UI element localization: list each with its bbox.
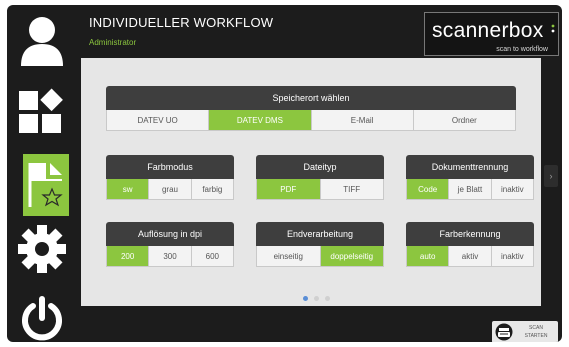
option-ordner[interactable]: Ordner: [413, 110, 515, 130]
user-role-label: Administrator: [89, 38, 137, 47]
option-email[interactable]: E-Mail: [311, 110, 414, 130]
option-farbig[interactable]: farbig: [191, 179, 233, 199]
page-indicator: [303, 296, 330, 301]
endverarbeitung-header: Endverarbeitung: [256, 222, 384, 246]
sidebar-power-button[interactable]: [14, 288, 70, 342]
option-doppelseitig[interactable]: doppelseitig: [320, 246, 383, 266]
farberkennung-header: Farberkennung: [406, 222, 534, 246]
farberkennung-group: Farberkennung auto aktiv inaktiv: [406, 222, 534, 267]
option-code[interactable]: Code: [407, 179, 450, 199]
option-aktiv[interactable]: aktiv: [449, 246, 492, 266]
scan-start-button[interactable]: SCAN STARTEN: [492, 321, 558, 342]
aufloesung-header: Auflösung in dpi: [106, 222, 234, 246]
sidebar-workflow-button[interactable]: [23, 154, 69, 216]
farbmodus-header: Farbmodus: [106, 155, 234, 179]
scan-label-line2: STARTEN: [524, 333, 548, 339]
option-trennung-inaktiv[interactable]: inaktiv: [491, 179, 533, 199]
option-tiff[interactable]: TIFF: [320, 179, 383, 199]
page-dot-2[interactable]: [314, 296, 319, 301]
option-datev-dms[interactable]: DATEV DMS: [209, 110, 312, 130]
workflow-favorite-icon: [28, 163, 63, 207]
logo-dots-icon: [551, 24, 555, 33]
modules-icon: [19, 88, 63, 133]
dokumenttrennung-options: Code je Blatt inaktiv: [406, 179, 534, 200]
scan-label-line1: SCAN: [529, 325, 543, 331]
farbmodus-options: sw grau farbig: [106, 179, 234, 200]
page-dot-1[interactable]: [303, 296, 308, 301]
endverarbeitung-options: einseitig doppelseitig: [256, 246, 384, 267]
option-farberkennung-inaktiv[interactable]: inaktiv: [491, 246, 533, 266]
sidebar-user-button[interactable]: [14, 10, 70, 72]
sidebar-settings-button[interactable]: [14, 218, 70, 280]
endverarbeitung-group: Endverarbeitung einseitig doppelseitig: [256, 222, 384, 267]
option-sw[interactable]: sw: [107, 179, 150, 199]
option-auto[interactable]: auto: [407, 246, 450, 266]
scan-start-label: SCAN STARTEN: [516, 324, 556, 340]
speicherort-header: Speicherort wählen: [106, 86, 516, 110]
option-pdf[interactable]: PDF: [257, 179, 321, 199]
dateityp-group: Dateityp PDF TIFF: [256, 155, 384, 200]
option-je-blatt[interactable]: je Blatt: [449, 179, 492, 199]
aufloesung-options: 200 300 600: [106, 246, 234, 267]
option-200-dpi[interactable]: 200: [107, 246, 150, 266]
logo-tagline: scan to workflow: [496, 46, 548, 53]
dokumenttrennung-group: Dokumenttrennung Code je Blatt inaktiv: [406, 155, 534, 200]
page-dot-3[interactable]: [325, 296, 330, 301]
page-title: INDIVIDUELLER WORKFLOW: [89, 15, 274, 30]
settings-panel: Speicherort wählen DATEV UO DATEV DMS E-…: [81, 58, 541, 306]
sidebar-modules-button[interactable]: [14, 81, 70, 143]
dateityp-header: Dateityp: [256, 155, 384, 179]
aufloesung-group: Auflösung in dpi 200 300 600: [106, 222, 234, 267]
app-screen: INDIVIDUELLER WORKFLOW Administrator sca…: [7, 5, 562, 342]
scanner-icon: [495, 323, 513, 341]
option-datev-uo[interactable]: DATEV UO: [107, 110, 210, 130]
option-grau[interactable]: grau: [149, 179, 192, 199]
gear-icon: [18, 225, 66, 273]
farbmodus-group: Farbmodus sw grau farbig: [106, 155, 234, 200]
option-600-dpi[interactable]: 600: [191, 246, 233, 266]
power-icon: [22, 296, 62, 341]
option-einseitig[interactable]: einseitig: [257, 246, 321, 266]
dokumenttrennung-header: Dokumenttrennung: [406, 155, 534, 179]
logo-wordmark: scannerbox: [432, 19, 544, 42]
dateityp-options: PDF TIFF: [256, 179, 384, 200]
farberkennung-options: auto aktiv inaktiv: [406, 246, 534, 267]
speicherort-group: Speicherort wählen DATEV UO DATEV DMS E-…: [106, 86, 516, 131]
option-300-dpi[interactable]: 300: [149, 246, 192, 266]
scannerbox-logo: scannerbox scan to workflow: [424, 12, 559, 56]
next-page-button[interactable]: ›: [544, 165, 558, 187]
speicherort-options: DATEV UO DATEV DMS E-Mail Ordner: [106, 110, 516, 131]
user-icon: [21, 17, 63, 66]
